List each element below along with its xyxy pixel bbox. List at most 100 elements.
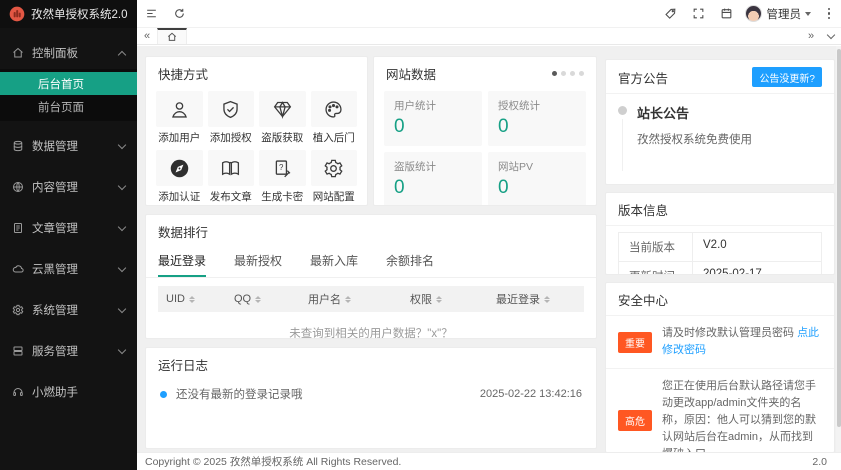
carousel-dot[interactable]: [561, 71, 566, 76]
announcement-refresh-button[interactable]: 公告没更新?: [752, 67, 822, 87]
run-log-card: 运行日志 还没有最新的登录记录哦 2025-02-22 13:42:16: [145, 347, 597, 449]
tab-balance-rank[interactable]: 余额排名: [386, 247, 434, 277]
quick-action-label: 发布文章: [208, 189, 255, 204]
column-header-uid[interactable]: UID: [158, 286, 226, 312]
gear-icon: [323, 158, 344, 179]
cloud-icon: [12, 263, 24, 275]
stat-label: 盗版统计: [394, 159, 472, 174]
sidebar-item-backend-home[interactable]: 后台首页: [0, 72, 137, 95]
tabs-scroll-left-icon[interactable]: «: [137, 28, 157, 44]
sidebar-item-cloud-blacklist[interactable]: 云黑管理: [0, 253, 137, 285]
sort-icon[interactable]: [345, 296, 351, 303]
tab-latest-auth[interactable]: 最新授权: [234, 247, 282, 277]
quick-action-publish-article[interactable]: 发布文章: [208, 150, 255, 204]
calendar-icon[interactable]: [713, 0, 741, 28]
svg-text:?: ?: [279, 162, 284, 171]
log-timestamp: 2025-02-22 13:42:16: [480, 388, 582, 400]
fullscreen-icon[interactable]: [685, 0, 713, 28]
quick-action-piracy-get[interactable]: 盗版获取: [259, 91, 306, 145]
sidebar-subitem-label: 后台首页: [38, 76, 84, 92]
tab-latest-storage[interactable]: 最新入库: [310, 247, 358, 277]
sidebar-item-control-panel[interactable]: 控制面板: [0, 37, 137, 69]
table-row: 当前版本 V2.0: [619, 233, 821, 262]
tab-recent-login[interactable]: 最近登录: [158, 247, 206, 277]
security-item: 高危 您正在使用后台默认路径请您手动更改app/admin文件夹的名称，原因：他…: [606, 369, 834, 452]
quick-action-add-user[interactable]: 添加用户: [156, 91, 203, 145]
card-title: 网站数据: [386, 64, 436, 83]
column-header-recent-login[interactable]: 最近登录: [488, 286, 584, 312]
quick-action-label: 添加用户: [156, 130, 203, 145]
sidebar-item-label: 小燃助手: [32, 384, 125, 400]
carousel-dot[interactable]: [579, 71, 584, 76]
tabs-scroll-right-icon[interactable]: »: [801, 28, 821, 44]
log-bullet-icon: [160, 391, 167, 398]
sort-icon[interactable]: [544, 296, 550, 303]
topbar: 管理员: [137, 0, 841, 28]
version-row-value: V2.0: [693, 233, 821, 261]
sidebar-item-service-management[interactable]: 服务管理: [0, 335, 137, 367]
sidebar-item-article-management[interactable]: 文章管理: [0, 212, 137, 244]
version-row-value: 2025-02-17: [693, 262, 821, 275]
tag-icon[interactable]: [657, 0, 685, 28]
status-badge: 高危: [618, 410, 652, 431]
refresh-icon[interactable]: [165, 0, 193, 28]
carousel-dot[interactable]: [552, 71, 557, 76]
card-title: 运行日志: [158, 355, 208, 374]
quick-action-implant-backdoor[interactable]: 植入后门: [311, 91, 358, 145]
sidebar-item-frontend-page[interactable]: 前台页面: [0, 95, 137, 118]
main-content: 快捷方式 添加用户 添加授权 盗版获取 植入后门: [137, 46, 841, 452]
announcement-post-title: 站长公告: [637, 103, 752, 122]
quick-action-add-auth[interactable]: 添加授权: [208, 91, 255, 145]
more-options-icon[interactable]: [817, 0, 841, 28]
chevron-down-icon: [118, 305, 126, 313]
quick-action-label: 生成卡密: [259, 189, 306, 204]
menu-collapse-icon[interactable]: [137, 0, 165, 28]
shield-check-icon: [220, 99, 241, 120]
app-title: 孜然单授权系统2.0: [31, 6, 128, 22]
card-title: 官方公告: [618, 68, 668, 87]
sidebar-item-label: 服务管理: [32, 343, 111, 359]
sort-icon[interactable]: [189, 296, 195, 303]
log-item: 还没有最新的登录记录哦 2025-02-22 13:42:16: [146, 380, 596, 408]
tabs-menu-icon[interactable]: [821, 28, 841, 44]
carousel-dot[interactable]: [570, 71, 575, 76]
stat-label: 授权统计: [498, 98, 576, 113]
quick-action-site-config[interactable]: 网站配置: [311, 150, 358, 204]
quick-action-generate-card-key[interactable]: ? 生成卡密: [259, 150, 306, 204]
sidebar-item-label: 文章管理: [32, 220, 111, 236]
avatar[interactable]: [745, 5, 762, 22]
security-text: 您正在使用后台默认路径请您手动更改app/admin文件夹的名称，原因：他人可以…: [662, 380, 816, 452]
sort-icon[interactable]: [255, 296, 261, 303]
version-row-label: 当前版本: [619, 233, 693, 261]
scrollbar-thumb[interactable]: [837, 49, 841, 427]
tabbar: « »: [137, 28, 841, 45]
data-ranking-card: 数据排行 最近登录 最新授权 最新入库 余额排名 UID QQ 用户名 权限 最…: [145, 214, 597, 339]
sort-icon[interactable]: [436, 296, 442, 303]
sidebar-item-label: 系统管理: [32, 302, 111, 318]
chevron-down-icon: [118, 346, 126, 354]
gear-icon: [12, 304, 24, 316]
version-info-card: 版本信息 当前版本 V2.0 更新时间 2025-02-17: [605, 192, 835, 275]
user-menu[interactable]: 管理员: [767, 6, 818, 22]
stat-pv: 网站PV 0: [488, 152, 586, 206]
column-header-permission[interactable]: 权限: [402, 286, 488, 312]
column-header-qq[interactable]: QQ: [226, 286, 300, 312]
carousel-dots: [552, 71, 584, 76]
card-title: 快捷方式: [158, 64, 208, 83]
card-title: 版本信息: [618, 200, 668, 219]
sidebar-item-system-management[interactable]: 系统管理: [0, 294, 137, 326]
column-header-username[interactable]: 用户名: [300, 286, 402, 312]
sidebar-item-data-management[interactable]: 数据管理: [0, 130, 137, 162]
announcement-timeline: 站长公告 孜然授权系统免费使用: [606, 94, 834, 171]
stat-value: 0: [394, 116, 472, 138]
version-table: 当前版本 V2.0 更新时间 2025-02-17: [618, 232, 822, 275]
sidebar-item-label: 控制面板: [32, 45, 111, 61]
sidebar-item-content-management[interactable]: 内容管理: [0, 171, 137, 203]
app-logo[interactable]: 孜然单授权系统2.0: [0, 0, 137, 28]
sidebar: 孜然单授权系统2.0 控制面板 后台首页 前台页面 数据管理 内容管理 文章管理: [0, 0, 137, 470]
quick-action-add-cert[interactable]: 添加认证: [156, 150, 203, 204]
sidebar-subitem-label: 前台页面: [38, 99, 84, 115]
scrollbar-track[interactable]: [836, 46, 841, 452]
sidebar-item-assistant[interactable]: 小燃助手: [0, 376, 137, 408]
tab-home[interactable]: [157, 28, 187, 44]
